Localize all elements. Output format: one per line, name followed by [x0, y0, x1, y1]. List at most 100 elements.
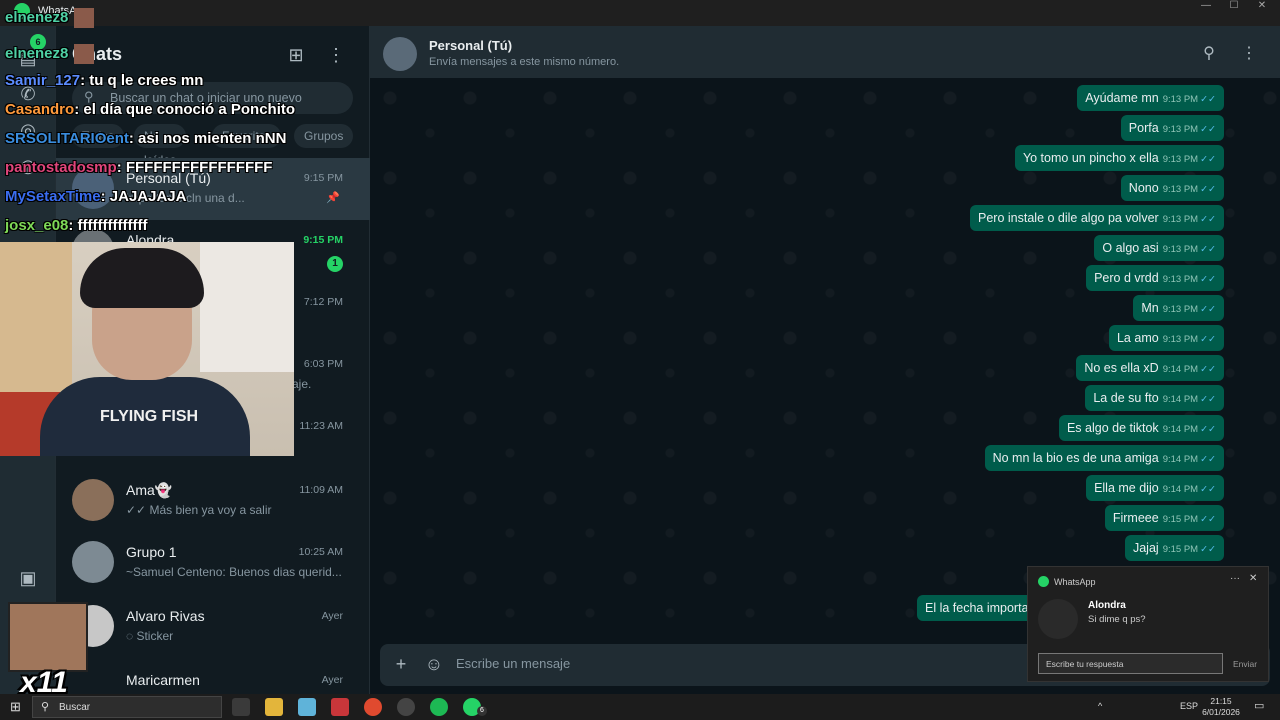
search-icon[interactable]: ⚲ — [1199, 43, 1219, 63]
message-time: 9:14 PM — [1162, 484, 1199, 495]
chat-item-ama[interactable]: Ama👻 ✓✓ Más bien ya voy a salir 11:09 AM — [56, 470, 370, 532]
message-text: Jajaj — [1132, 541, 1159, 555]
chat-item-personal[interactable]: Personal (Tú) importante cln una d... 9:… — [56, 158, 370, 220]
avatar — [72, 541, 114, 583]
close-icon[interactable]: ✕ — [1249, 573, 1257, 584]
chat-time: 11:23 AM — [299, 420, 343, 432]
minimize-icon[interactable]: — — [1192, 0, 1220, 14]
search-input[interactable]: ⚲ Buscar un chat o iniciar uno nuevo — [72, 82, 353, 114]
send-button[interactable]: Enviar — [1233, 659, 1257, 669]
message-bubble[interactable]: Ella me dijo 9:14 PM ✓✓ — [1086, 475, 1224, 501]
filter-chip-all[interactable]: Todos — [72, 124, 125, 148]
filter-chip-unread[interactable]: No leídos — [134, 124, 187, 167]
filter-chip-groups[interactable]: Grupos — [294, 124, 354, 148]
message-bubble[interactable]: Nono 9:13 PM ✓✓ — [1120, 175, 1224, 201]
shirt-print: FLYING FISH — [100, 408, 199, 425]
chat-item-grupo-1[interactable]: Grupo 1 ~Samuel Centeno: Buenos dias que… — [56, 532, 370, 594]
message-input[interactable]: Escribe un mensaje — [456, 656, 570, 671]
message-text: No es ella xD — [1084, 361, 1159, 375]
whatsapp-taskbar-badge: 6 — [477, 706, 487, 716]
chrome-icon[interactable] — [364, 698, 382, 716]
chat-name: Personal (Tú) — [126, 170, 211, 186]
app-name: WhatsApp — [38, 5, 89, 17]
menu-dots-icon[interactable]: ⋮ — [325, 44, 347, 66]
read-ticks-icon: ✓✓ — [1200, 94, 1216, 105]
message-bubble[interactable]: Jajaj 9:15 PM ✓✓ — [1124, 535, 1224, 561]
contact-name: Personal (Tú) — [429, 38, 513, 53]
background-shelf — [200, 242, 294, 372]
chat-time: 10:25 AM — [298, 546, 343, 558]
message-bubble[interactable]: Pero instale o dile algo pa volver 9:13 P… — [970, 205, 1224, 231]
whatsapp-logo-icon — [14, 3, 30, 19]
conversation-header[interactable]: Personal (Tú) Envía mensajes a este mism… — [370, 26, 1280, 78]
message-text: Ayúdame mn — [1085, 91, 1159, 105]
chat-time: Ayer — [321, 610, 343, 622]
message-bubble[interactable]: Ayúdame mn 9:13 PM ✓✓ — [1077, 85, 1224, 111]
media-icon[interactable]: ▣ — [16, 566, 40, 590]
tray-chevron-icon[interactable]: ^ — [1098, 701, 1102, 711]
message-bubble[interactable]: El la fecha importar — [917, 595, 1041, 621]
sender-avatar — [1038, 599, 1078, 639]
message-bubble[interactable]: O algo asi 9:13 PM ✓✓ — [1094, 235, 1224, 261]
file-explorer-icon[interactable] — [265, 698, 283, 716]
taskbar-search[interactable]: ⚲ Buscar — [32, 696, 222, 718]
more-icon[interactable]: ··· — [1230, 573, 1240, 584]
message-bubble[interactable]: Yo tomo un pincho x ella 9:13 PM ✓✓ — [1014, 145, 1224, 171]
message-text: Porfa — [1128, 121, 1159, 135]
message-bubble[interactable]: La de su fto 9:14 PM ✓✓ — [1085, 385, 1224, 411]
sticker-emoji-icon[interactable]: ☺ — [424, 654, 444, 674]
task-view-icon[interactable] — [232, 698, 250, 716]
message-bubble[interactable]: Mn 9:13 PM ✓✓ — [1133, 295, 1224, 321]
language-indicator[interactable]: ESP — [1180, 701, 1198, 711]
obs-icon[interactable] — [397, 698, 415, 716]
calls-icon[interactable]: ✆ — [16, 82, 40, 106]
close-icon[interactable]: ✕ — [1248, 0, 1276, 14]
message-time: 9:13 PM — [1162, 274, 1199, 285]
message-bubble[interactable]: Porfa 9:13 PM ✓✓ — [1120, 115, 1224, 141]
store-icon[interactable] — [298, 698, 316, 716]
status-icon[interactable]: ◎ — [16, 118, 40, 142]
maximize-icon[interactable]: ☐ — [1220, 0, 1248, 14]
chat-item-alvaro-rivas[interactable]: Alvaro Rivas ◌ Sticker Ayer — [56, 596, 370, 658]
channels-icon[interactable]: ◉ — [16, 154, 40, 178]
message-time: 9:13 PM — [1162, 334, 1199, 345]
message-time: 9:13 PM — [1162, 94, 1199, 105]
windows-start-icon[interactable]: ⊞ — [10, 699, 21, 715]
app-icon[interactable] — [331, 698, 349, 716]
filter-chip-favorites[interactable]: Favoritos — [212, 124, 282, 148]
message-text: Firmeee — [1112, 511, 1159, 525]
attach-plus-icon[interactable]: + — [391, 654, 411, 674]
notification-toast[interactable]: WhatsApp ··· ✕ Alondra Si dime q ps? Esc… — [1027, 566, 1269, 682]
chat-preview: ◌ Sticker — [126, 629, 346, 643]
spotify-icon[interactable] — [430, 698, 448, 716]
message-bubble[interactable]: Firmeee 9:15 PM ✓✓ — [1104, 505, 1224, 531]
read-ticks-icon: ✓✓ — [1200, 334, 1216, 345]
webcam-overlay: FLYING FISH — [0, 242, 294, 456]
message-text: Pero instale o dile algo pa volver — [978, 211, 1159, 225]
new-chat-icon[interactable]: ⊞ — [285, 44, 307, 66]
emote-image — [8, 602, 88, 672]
clock-time: 21:15 — [1210, 696, 1232, 706]
message-text: La amo — [1116, 331, 1159, 345]
chat-time: 7:12 PM — [303, 296, 343, 308]
unread-badge: 1 — [327, 256, 343, 272]
message-bubble[interactable]: No es ella xD 9:14 PM ✓✓ — [1076, 355, 1224, 381]
pin-icon: 📌 — [326, 192, 340, 204]
message-time: 9:14 PM — [1162, 394, 1199, 405]
chat-item-maricarmen[interactable]: Maricarmen Ayer — [56, 660, 370, 694]
clock[interactable]: 21:15 6/01/2026 — [1200, 696, 1242, 718]
notifications-icon[interactable]: ▭ — [1254, 699, 1264, 712]
reply-input[interactable]: Escribe tu respuesta — [1038, 653, 1223, 674]
message-bubble[interactable]: La amo 9:13 PM ✓✓ — [1108, 325, 1224, 351]
message-bubble[interactable]: No mn la bio es de una amiga 9:14 PM ✓✓ — [984, 445, 1224, 471]
read-ticks-icon: ✓✓ — [1200, 184, 1216, 195]
menu-dots-icon[interactable]: ⋮ — [1239, 43, 1259, 63]
message-text: Es algo de tiktok — [1066, 421, 1159, 435]
message-bubble[interactable]: Es algo de tiktok 9:14 PM ✓✓ — [1058, 415, 1224, 441]
message-time: 9:14 PM — [1162, 424, 1199, 435]
chat-name: Maricarmen — [126, 672, 200, 688]
chat-name: Alvaro Rivas — [126, 608, 205, 624]
message-text: Nono — [1128, 181, 1159, 195]
message-bubble[interactable]: Pero d vrdd 9:13 PM ✓✓ — [1086, 265, 1224, 291]
read-ticks-icon: ✓✓ — [1200, 244, 1216, 255]
